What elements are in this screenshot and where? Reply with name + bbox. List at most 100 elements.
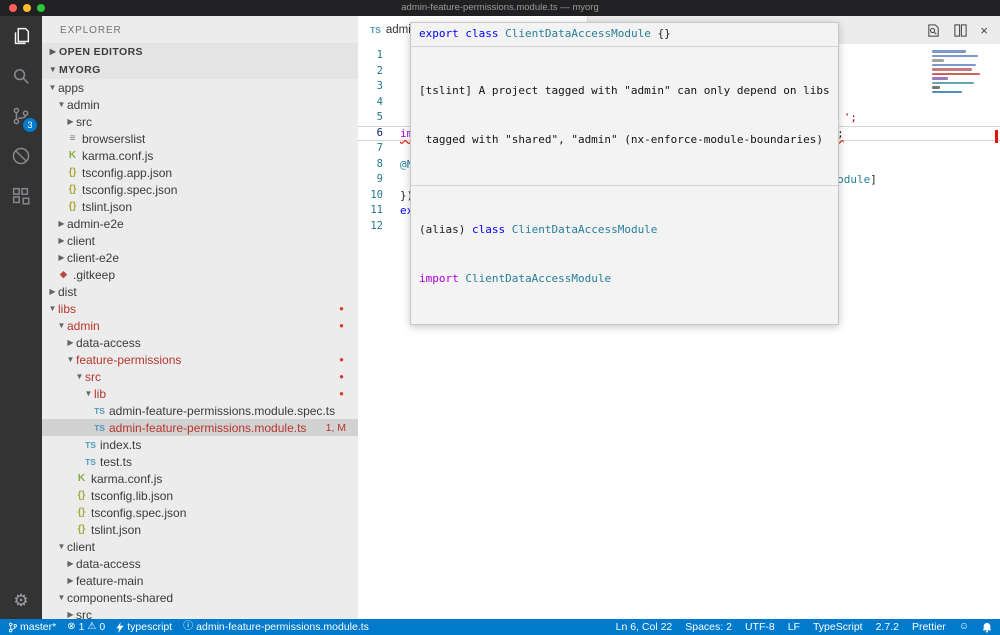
tree-item[interactable]: ▶src	[42, 606, 358, 619]
tree-item[interactable]: Kkarma.conf.js	[42, 470, 358, 487]
tree-item[interactable]: ◆.gitkeep	[42, 266, 358, 283]
chevron-down-icon[interactable]: ▼	[56, 593, 67, 602]
tree-item[interactable]: ▼feature-permissions●	[42, 351, 358, 368]
chevron-down-icon[interactable]: ▼	[74, 372, 85, 381]
code-token: class	[465, 27, 498, 40]
zoom-window-button[interactable]	[37, 4, 45, 12]
tree-item[interactable]: ▼admin●	[42, 317, 358, 334]
tree-item[interactable]: ▶client	[42, 232, 358, 249]
line-number: 3	[358, 79, 400, 95]
tree-item[interactable]: TSadmin-feature-permissions.module.spec.…	[42, 402, 358, 419]
language-mode[interactable]: TypeScript	[813, 621, 863, 633]
tree-item-label: index.ts	[100, 438, 141, 452]
active-file-status[interactable]: ⓘ admin-feature-permissions.module.ts	[183, 621, 369, 633]
source-control-icon[interactable]: 3	[0, 96, 42, 136]
tree-item[interactable]: ▼client	[42, 538, 358, 555]
chevron-down-icon[interactable]: ▼	[56, 542, 67, 551]
tree-item[interactable]: {}tsconfig.spec.json	[42, 181, 358, 198]
git-branch-indicator[interactable]: master*	[8, 621, 56, 633]
status-bar: master* ⊗ 1 ⚠ 0 typescript ⓘ admin-featu…	[0, 619, 1000, 635]
open-preview-icon[interactable]	[926, 23, 941, 38]
chevron-right-icon[interactable]: ▶	[65, 338, 76, 347]
minimap[interactable]	[932, 50, 986, 93]
warning-icon: ⚠	[87, 622, 96, 632]
tree-item[interactable]: {}tslint.json	[42, 521, 358, 538]
minimap-line	[932, 91, 962, 94]
feedback-smiley-icon[interactable]: ☺	[959, 622, 969, 632]
tree-item[interactable]: TSindex.ts	[42, 436, 358, 453]
tree-item[interactable]: {}tslint.json	[42, 198, 358, 215]
cursor-position[interactable]: Ln 6, Col 22	[616, 621, 673, 633]
minimap-line	[932, 50, 966, 53]
tree-item[interactable]: ▼src●	[42, 368, 358, 385]
tree-item[interactable]: {}tsconfig.app.json	[42, 164, 358, 181]
tree-item-label: admin-feature-permissions.module.spec.ts	[109, 404, 335, 418]
tree-item[interactable]: ≡browserslist	[42, 130, 358, 147]
tree-item[interactable]: Kkarma.conf.js	[42, 147, 358, 164]
chevron-right-icon[interactable]: ▶	[65, 576, 76, 585]
tree-item[interactable]: ▼apps	[42, 79, 358, 96]
tslint-status[interactable]: typescript	[116, 621, 172, 633]
extensions-icon[interactable]	[0, 176, 42, 216]
chevron-right-icon[interactable]: ▶	[56, 253, 67, 262]
tree-item-label: data-access	[76, 336, 141, 350]
status-bar-right: Ln 6, Col 22 Spaces: 2 UTF-8 LF TypeScri…	[603, 621, 992, 633]
chevron-down-icon[interactable]: ▼	[56, 100, 67, 109]
tree-item[interactable]: ▶client-e2e	[42, 249, 358, 266]
tree-item[interactable]: ▶feature-main	[42, 572, 358, 589]
section-myorg[interactable]: ▼ MYORG	[42, 61, 358, 79]
chevron-right-icon[interactable]: ▶	[47, 287, 58, 296]
minimap-line	[932, 73, 980, 76]
sidebar-title: EXPLORER	[42, 16, 358, 43]
tree-item-label: tsconfig.app.json	[82, 166, 172, 180]
explorer-icon[interactable]	[0, 16, 42, 56]
search-icon[interactable]	[0, 56, 42, 96]
close-editor-icon[interactable]: ×	[980, 24, 988, 37]
info-icon: ⓘ	[183, 622, 193, 632]
chevron-down-icon[interactable]: ▼	[65, 355, 76, 364]
chevron-down-icon[interactable]: ▼	[47, 83, 58, 92]
tree-item[interactable]: {}tsconfig.lib.json	[42, 487, 358, 504]
code-token: ClientDataAccessModule	[505, 27, 651, 40]
encoding-setting[interactable]: UTF-8	[745, 621, 775, 633]
tree-item[interactable]: TStest.ts	[42, 453, 358, 470]
problems-indicator[interactable]: ⊗ 1 ⚠ 0	[67, 621, 105, 633]
section-open-editors[interactable]: ▶ OPEN EDITORS	[42, 43, 358, 61]
tree-item[interactable]: ▼lib●	[42, 385, 358, 402]
minimize-window-button[interactable]	[23, 4, 31, 12]
tree-item[interactable]: ▶src	[42, 113, 358, 130]
split-editor-icon[interactable]	[953, 23, 968, 38]
tree-item-label: libs	[58, 302, 76, 316]
typescript-version[interactable]: 2.7.2	[876, 621, 899, 633]
tree-item[interactable]: ▼libs●	[42, 300, 358, 317]
editor-actions: ×	[926, 16, 1000, 44]
chevron-down-icon[interactable]: ▼	[47, 304, 58, 313]
eol-setting[interactable]: LF	[788, 621, 800, 633]
tree-item[interactable]: ▼components-shared	[42, 589, 358, 606]
chevron-right-icon[interactable]: ▶	[56, 219, 67, 228]
overview-ruler-error-mark	[995, 130, 998, 143]
chevron-right-icon[interactable]: ▶	[56, 236, 67, 245]
indentation-setting[interactable]: Spaces: 2	[685, 621, 732, 633]
tree-item[interactable]: ▼admin	[42, 96, 358, 113]
bell-icon[interactable]	[982, 622, 992, 633]
modified-dot: ●	[339, 355, 356, 364]
formatter-status[interactable]: Prettier	[912, 621, 946, 633]
settings-gear-icon[interactable]: ⚙	[0, 591, 42, 611]
minimap-line	[932, 86, 940, 89]
chevron-down-icon[interactable]: ▼	[56, 321, 67, 330]
chevron-right-icon[interactable]: ▶	[65, 610, 76, 619]
tree-item[interactable]: ▶admin-e2e	[42, 215, 358, 232]
tree-item[interactable]: ▶dist	[42, 283, 358, 300]
tree-item[interactable]: {}tsconfig.spec.json	[42, 504, 358, 521]
debug-icon[interactable]	[0, 136, 42, 176]
tree-item[interactable]: TSadmin-feature-permissions.module.ts1, …	[42, 419, 358, 436]
chevron-down-icon[interactable]: ▼	[83, 389, 94, 398]
chevron-right-icon[interactable]: ▶	[65, 117, 76, 126]
chevron-right-icon[interactable]: ▶	[65, 559, 76, 568]
json-file-icon: {}	[74, 507, 89, 518]
tree-item[interactable]: ▶data-access	[42, 555, 358, 572]
json-file-icon: {}	[65, 201, 80, 212]
tree-item[interactable]: ▶data-access	[42, 334, 358, 351]
close-window-button[interactable]	[9, 4, 17, 12]
